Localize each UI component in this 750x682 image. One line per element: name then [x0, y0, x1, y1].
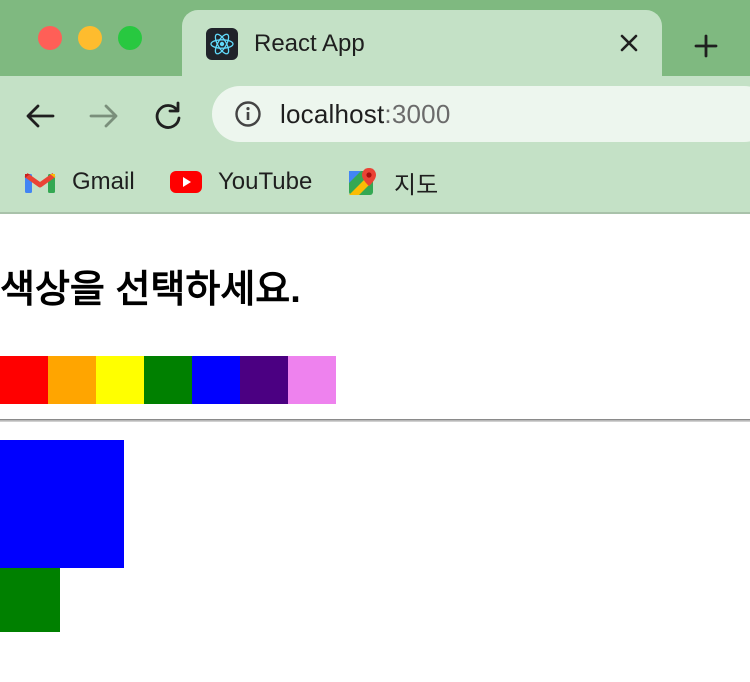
- swatch-green[interactable]: [144, 356, 192, 404]
- color-palette: [0, 356, 336, 404]
- url-port: :3000: [384, 99, 451, 129]
- bookmark-gmail[interactable]: Gmail: [24, 162, 135, 202]
- back-arrow-icon[interactable]: [20, 96, 60, 136]
- gmail-icon: [24, 168, 56, 196]
- bookmark-youtube[interactable]: YouTube: [170, 162, 312, 202]
- swatch-yellow[interactable]: [96, 356, 144, 404]
- react-icon: [206, 28, 238, 60]
- swatch-blue[interactable]: [192, 356, 240, 404]
- bookmark-label: 지도: [394, 171, 439, 199]
- selected-color-box: [0, 440, 124, 568]
- bookmark-label: YouTube: [218, 168, 313, 195]
- tab-react-app[interactable]: React App: [182, 10, 662, 76]
- page-title: 색상을 선택하세요.: [0, 269, 301, 311]
- swatch-indigo[interactable]: [240, 356, 288, 404]
- maximize-window-button[interactable]: [118, 26, 142, 50]
- bookmark-label: Gmail: [72, 168, 135, 195]
- close-tab-icon[interactable]: [612, 26, 646, 60]
- reload-icon[interactable]: [148, 96, 188, 136]
- forward-arrow-icon[interactable]: [84, 96, 124, 136]
- secondary-color-box: [0, 568, 60, 632]
- bookmark-maps[interactable]: 지도: [346, 162, 438, 202]
- divider: [0, 419, 750, 422]
- maps-icon: [346, 168, 378, 196]
- tab-title: React App: [254, 30, 365, 57]
- swatch-violet[interactable]: [288, 356, 336, 404]
- swatch-orange[interactable]: [48, 356, 96, 404]
- bookmarks-bar: Gmail YouTube 지도: [0, 154, 750, 214]
- minimize-window-button[interactable]: [78, 26, 102, 50]
- tab-strip: React App: [0, 0, 750, 76]
- browser-toolbar: localhost:3000: [0, 76, 750, 154]
- youtube-icon: [170, 168, 202, 196]
- address-bar[interactable]: localhost:3000: [212, 86, 750, 142]
- url-text: localhost:3000: [280, 99, 451, 130]
- close-window-button[interactable]: [38, 26, 62, 50]
- new-tab-icon[interactable]: [686, 26, 726, 66]
- site-info-icon[interactable]: [234, 100, 262, 128]
- swatch-red[interactable]: [0, 356, 48, 404]
- url-host: localhost: [280, 99, 385, 129]
